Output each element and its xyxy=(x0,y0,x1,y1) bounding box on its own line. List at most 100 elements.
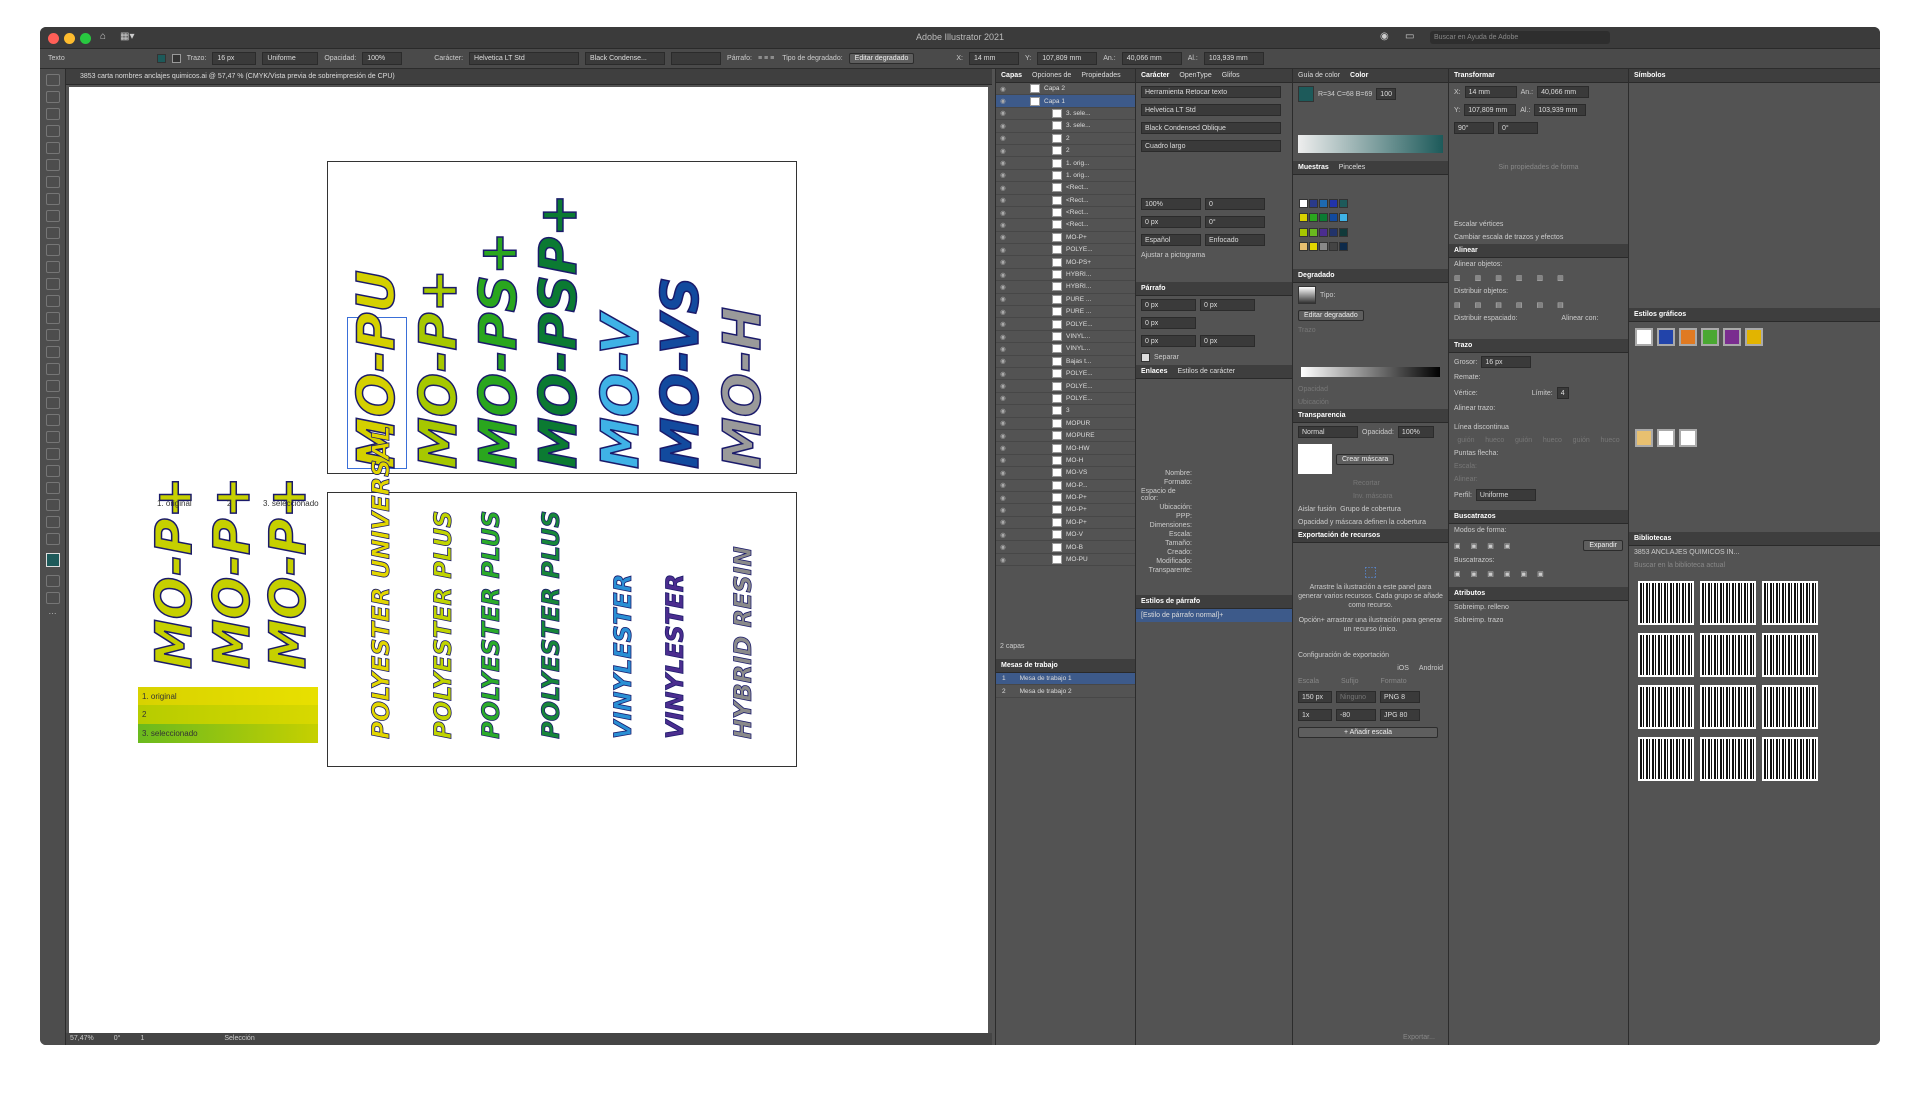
height-input[interactable]: 103,939 mm xyxy=(1203,52,1264,65)
canvas[interactable]: MO-PU MO-P+ MO-PS+ MO-PSP+ MO-V MO-VS MO-H MO-… xyxy=(69,87,988,1033)
scale-tool-icon[interactable] xyxy=(46,295,60,307)
tint-input[interactable]: 100 xyxy=(1376,88,1396,100)
artwork-text[interactable]: POLYESTER PLUS xyxy=(429,510,458,739)
pen-tool-icon[interactable] xyxy=(46,142,60,154)
paragraph-label[interactable]: Párrafo: xyxy=(727,55,752,62)
tab-glyphs[interactable]: Glifos xyxy=(1222,69,1240,82)
paintbrush-tool-icon[interactable] xyxy=(46,227,60,239)
color-swatch[interactable] xyxy=(1309,199,1318,208)
color-swatch[interactable] xyxy=(1339,227,1348,237)
visibility-eye-icon[interactable]: ◉ xyxy=(996,320,1010,328)
limit-input[interactable]: 4 xyxy=(1556,387,1569,399)
graphic-style-swatch[interactable] xyxy=(1679,429,1697,447)
magic-wand-tool-icon[interactable] xyxy=(46,108,60,120)
more-tools-icon[interactable]: ··· xyxy=(40,609,65,618)
layer-row[interactable]: ◉ POLYE... xyxy=(996,244,1135,257)
artwork-text[interactable]: MO-VS xyxy=(650,276,712,470)
color-swatch[interactable] xyxy=(1329,227,1338,237)
status-tool[interactable]: Selección xyxy=(224,1033,254,1045)
opacity-input[interactable]: 100% xyxy=(1397,426,1434,438)
barcode-asset[interactable] xyxy=(1638,737,1694,781)
layer-row[interactable]: ◉ <Rect... xyxy=(996,207,1135,220)
stroke-style-select[interactable]: Uniforme xyxy=(262,52,319,65)
visibility-eye-icon[interactable]: ◉ xyxy=(996,481,1010,489)
color-swatch[interactable] xyxy=(1329,213,1338,223)
width-tool-icon[interactable] xyxy=(46,312,60,324)
artboard-row[interactable]: 1 Mesa de trabajo 1 xyxy=(996,673,1135,686)
x-input[interactable]: 14 mm xyxy=(969,52,1020,65)
profile-select[interactable]: Uniforme xyxy=(1475,489,1536,501)
visibility-eye-icon[interactable]: ◉ xyxy=(996,184,1010,192)
expand-button[interactable]: Expandir xyxy=(1583,540,1623,551)
export-suffix[interactable]: -80 xyxy=(1336,709,1376,721)
layer-row[interactable]: ◉ <Rect... xyxy=(996,182,1135,195)
add-scale-button[interactable]: + Añadir escala xyxy=(1298,727,1438,738)
graphic-style-swatch[interactable] xyxy=(1635,328,1653,346)
graphic-style-swatch[interactable] xyxy=(1679,328,1697,346)
layer-row[interactable]: ◉ Capa 1 xyxy=(996,95,1135,108)
horizontal-scale-input[interactable]: 100% xyxy=(1141,198,1201,210)
visibility-eye-icon[interactable]: ◉ xyxy=(996,357,1010,365)
free-transform-tool-icon[interactable] xyxy=(46,329,60,341)
fill-swatch[interactable] xyxy=(156,54,166,63)
export-button[interactable]: Exportar... xyxy=(1403,1034,1435,1041)
zoom-tool-icon[interactable] xyxy=(46,533,60,545)
visibility-eye-icon[interactable]: ◉ xyxy=(996,258,1010,266)
export-scale[interactable]: 150 px xyxy=(1298,691,1332,703)
gradient-thumb[interactable] xyxy=(1298,286,1316,304)
color-swatch[interactable] xyxy=(1319,241,1328,251)
layer-row[interactable]: ◉ MO-P+ xyxy=(996,517,1135,530)
slice-tool-icon[interactable] xyxy=(46,499,60,511)
layer-row[interactable]: ◉ PURE ... xyxy=(996,306,1135,319)
visibility-eye-icon[interactable]: ◉ xyxy=(996,209,1010,217)
visibility-eye-icon[interactable]: ◉ xyxy=(996,171,1010,179)
paragraph-style-item[interactable]: [Estilo de párrafo normal]+ xyxy=(1136,609,1292,622)
visibility-eye-icon[interactable]: ◉ xyxy=(996,221,1010,229)
library-search-input[interactable]: Buscar en la biblioteca actual xyxy=(1629,559,1880,572)
rectangle-tool-icon[interactable] xyxy=(46,210,60,222)
drawing-modes-icon[interactable] xyxy=(46,575,60,587)
font-size-input[interactable]: Cuadro largo xyxy=(1141,140,1281,152)
export-config-label[interactable]: Configuración de exportación xyxy=(1298,652,1389,659)
layer-row[interactable]: ◉ 1. orig... xyxy=(996,157,1135,170)
width-input[interactable]: 40,066 mm xyxy=(1121,52,1182,65)
color-swatch[interactable] xyxy=(1299,241,1308,251)
color-swatch[interactable] xyxy=(1319,213,1328,223)
color-swatch[interactable] xyxy=(1339,199,1348,208)
artwork-text[interactable]: MO-V xyxy=(590,313,652,469)
visibility-eye-icon[interactable]: ◉ xyxy=(996,196,1010,204)
layer-row[interactable]: ◉ MO-P+ xyxy=(996,504,1135,517)
graph-tool-icon[interactable] xyxy=(46,465,60,477)
clip-checkbox[interactable]: Recortar xyxy=(1293,477,1448,490)
indent-left-input[interactable]: 0 px xyxy=(1141,299,1196,311)
opacity-mask-checkbox[interactable]: Opacidad y máscara definen la cobertura xyxy=(1293,516,1448,529)
scale-corners-checkbox[interactable]: Escalar vértices xyxy=(1449,218,1628,231)
layer-row[interactable]: ◉ 3. sele... xyxy=(996,120,1135,133)
barcode-asset[interactable] xyxy=(1700,581,1756,625)
scale-strokes-checkbox[interactable]: Cambiar escala de trazos y efectos xyxy=(1449,231,1628,244)
layer-row[interactable]: ◉ 3 xyxy=(996,405,1135,418)
layer-row[interactable]: ◉ MO-P+ xyxy=(996,492,1135,505)
dashed-line-checkbox[interactable]: Línea discontinua xyxy=(1449,421,1628,434)
color-swatch[interactable] xyxy=(1319,227,1328,237)
align-icons[interactable]: ≡≡≡ xyxy=(758,55,776,62)
artwork-text[interactable]: MO-H xyxy=(712,306,774,470)
export-format[interactable]: JPG 80 xyxy=(1380,709,1420,721)
artwork-text[interactable]: POLYESTER PLUS xyxy=(477,510,506,739)
visibility-eye-icon[interactable]: ◉ xyxy=(996,506,1010,514)
tab-character[interactable]: Carácter xyxy=(1141,69,1169,82)
export-suffix[interactable]: Ninguno xyxy=(1336,691,1376,703)
invert-mask-checkbox[interactable]: Inv. máscara xyxy=(1293,490,1448,503)
visibility-eye-icon[interactable]: ◉ xyxy=(996,109,1010,117)
layer-row[interactable]: ◉ HYBRI... xyxy=(996,281,1135,294)
transform-w-input[interactable]: 40,066 mm xyxy=(1537,86,1590,98)
layer-row[interactable]: ◉ <Rect... xyxy=(996,219,1135,232)
layer-row[interactable]: ◉ MOPUR xyxy=(996,418,1135,430)
visibility-eye-icon[interactable]: ◉ xyxy=(996,370,1010,378)
document-tab[interactable]: 3853 carta nombres anclajes quimicos.ai … xyxy=(66,69,992,85)
font-size-select[interactable] xyxy=(671,52,722,65)
align-buttons[interactable]: ▥▥▥▥▥▥ xyxy=(1449,271,1628,285)
y-input[interactable]: 107,809 mm xyxy=(1037,52,1098,65)
layer-row[interactable]: ◉ MO-V xyxy=(996,529,1135,542)
shape-mode-buttons[interactable]: ▣▣▣▣ xyxy=(1454,542,1520,550)
